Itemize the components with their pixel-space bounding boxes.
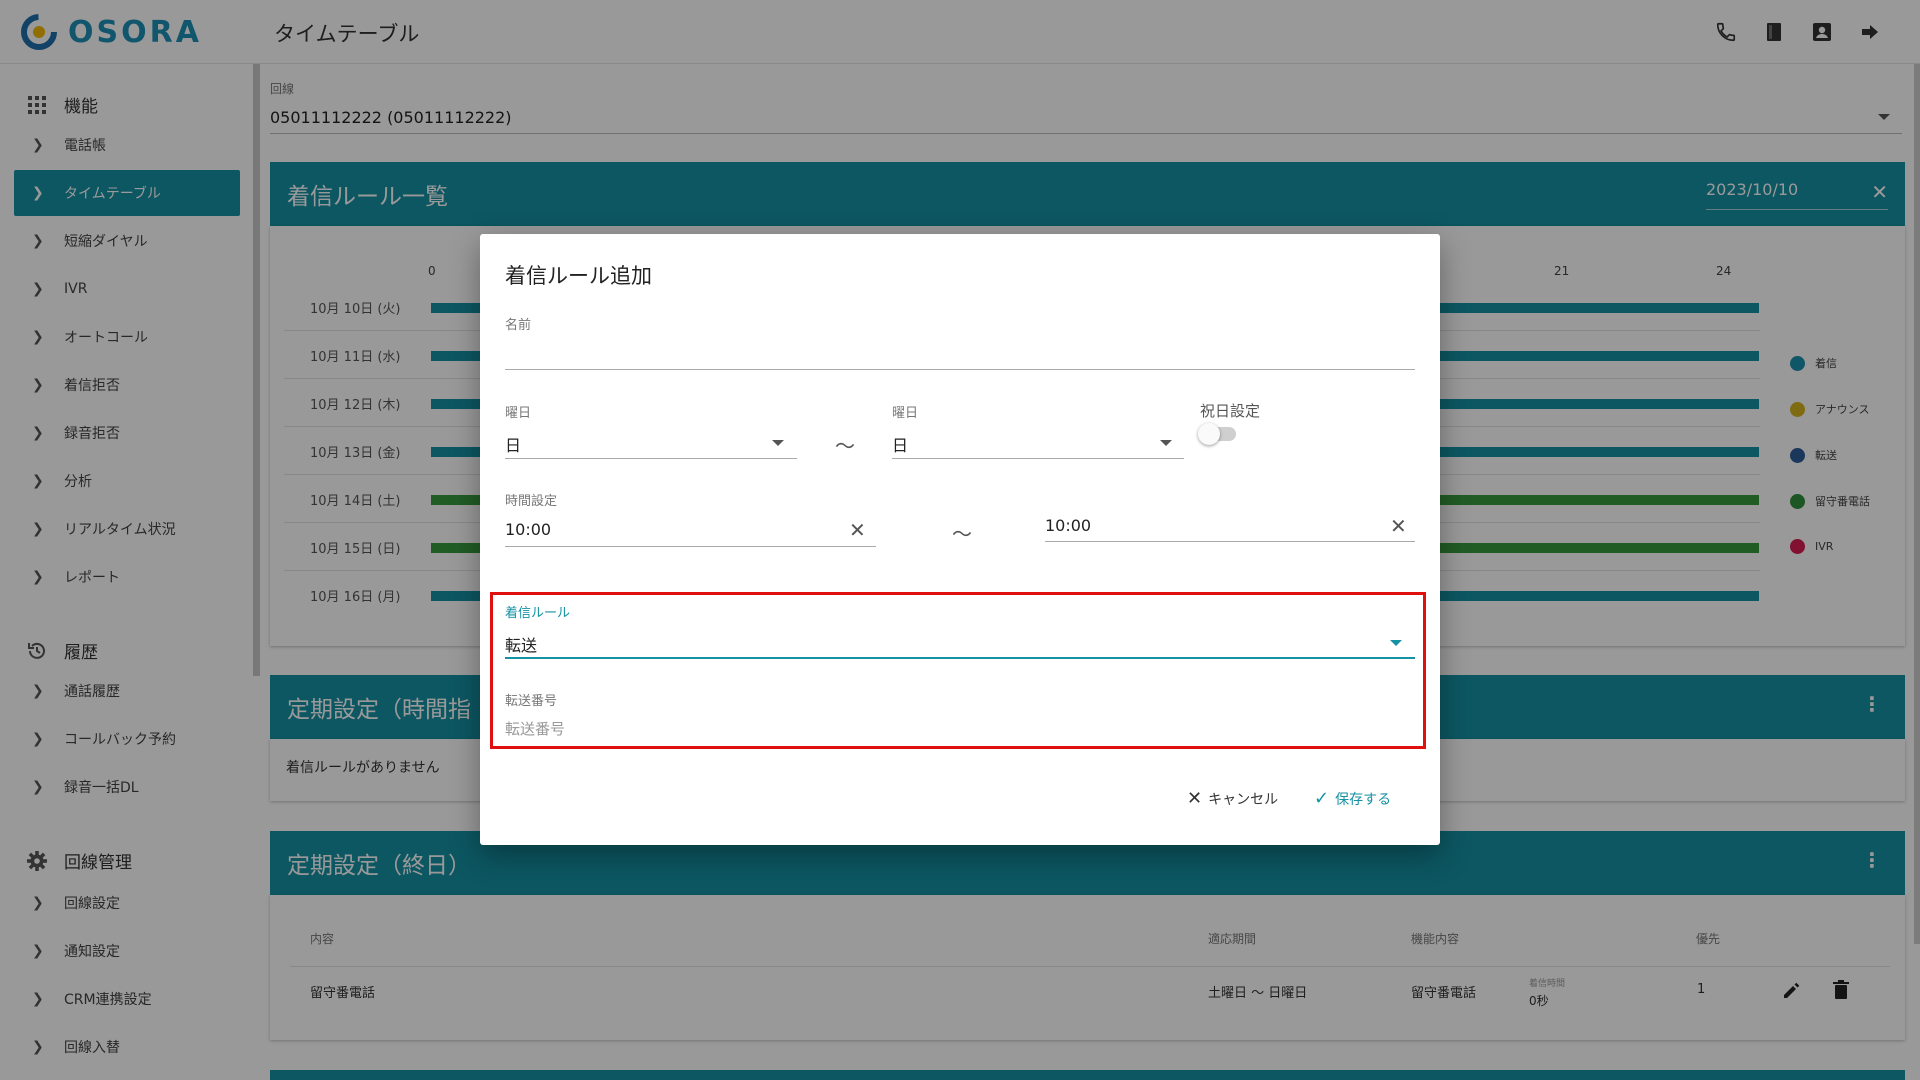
clear-icon[interactable]: ✕: [1390, 514, 1407, 538]
holiday-setting-label: 祝日設定: [1200, 402, 1261, 420]
toggle-knob: [1198, 423, 1220, 445]
incoming-rule-label: 着信ルール: [505, 606, 571, 621]
name-input[interactable]: [505, 338, 1405, 362]
time-from-input[interactable]: 10:00: [505, 520, 551, 539]
name-input-underline: [505, 369, 1415, 370]
dialog-title: 着信ルール追加: [505, 264, 652, 288]
cancel-label: キャンセル: [1208, 791, 1279, 808]
range-separator: ～: [952, 522, 972, 546]
day-from-select[interactable]: 日: [505, 432, 521, 456]
save-button[interactable]: ✓ 保存する: [1314, 788, 1391, 809]
holiday-toggle[interactable]: [1198, 423, 1236, 445]
dropdown-arrow-icon[interactable]: [1390, 640, 1402, 646]
forward-number-label: 転送番号: [505, 694, 558, 709]
time-from-underline: [505, 546, 876, 547]
save-label: 保存する: [1335, 791, 1392, 808]
time-to-input[interactable]: 10:00: [1045, 516, 1091, 535]
day-to-label: 曜日: [892, 406, 919, 421]
dropdown-arrow-icon[interactable]: [1160, 440, 1172, 446]
incoming-rule-select[interactable]: 転送: [505, 632, 537, 656]
clear-icon[interactable]: ✕: [849, 518, 866, 542]
time-to-underline: [1045, 541, 1415, 542]
check-icon: ✓: [1314, 788, 1330, 809]
name-field-label: 名前: [505, 318, 532, 333]
day-from-underline: [505, 458, 797, 459]
day-to-select[interactable]: 日: [892, 432, 908, 456]
dropdown-arrow-icon[interactable]: [772, 440, 784, 446]
day-to-underline: [892, 458, 1184, 459]
range-separator: ～: [835, 434, 855, 458]
day-from-label: 曜日: [505, 406, 532, 421]
cancel-button[interactable]: ✕ キャンセル: [1187, 788, 1278, 809]
forward-number-input[interactable]: 転送番号: [505, 718, 565, 739]
close-icon: ✕: [1187, 788, 1203, 809]
add-incoming-rule-dialog: 着信ルール追加 名前 曜日 日 ～ 曜日 日 祝日設定 時間設定 10:00 ✕…: [480, 234, 1440, 845]
incoming-rule-underline: [505, 657, 1415, 659]
highlight-box: [490, 592, 1426, 749]
time-setting-label: 時間設定: [505, 494, 558, 509]
